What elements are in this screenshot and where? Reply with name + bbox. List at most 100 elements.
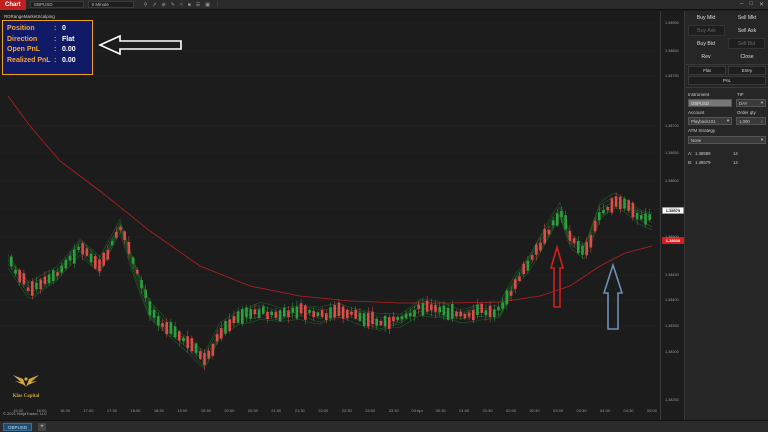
candle-body — [539, 242, 542, 251]
entry-button[interactable]: Entry — [728, 66, 766, 75]
time-tick: 02:00 — [506, 408, 517, 413]
sell-mkt-button[interactable]: Sell Mkt — [727, 12, 767, 23]
magnify-icon[interactable]: ⊕ — [162, 2, 166, 8]
candle-body — [425, 300, 429, 312]
candle-body — [648, 214, 651, 220]
more-icon[interactable]: ⋮ — [215, 2, 220, 8]
candle-body — [136, 269, 139, 274]
draw-icon[interactable]: ✎ — [171, 2, 175, 8]
candle-body — [421, 303, 425, 316]
candle-body — [434, 305, 437, 312]
time-tick: 15:30 — [12, 408, 24, 413]
candle-body — [463, 314, 467, 319]
time-tick: 21:00 — [271, 408, 282, 413]
candle-body — [631, 202, 635, 218]
candle-body — [379, 320, 383, 326]
ask-price: 1.38589 — [695, 151, 711, 156]
candle-body — [375, 318, 378, 326]
instrument-field[interactable]: GBPUSD — [688, 99, 732, 107]
candle-body — [526, 260, 530, 271]
chevron-down-icon: ▾ — [760, 100, 763, 105]
candle-body — [253, 309, 257, 315]
buy-ask-button[interactable]: Buy Ask — [688, 25, 725, 36]
minimize-icon[interactable]: – — [740, 1, 743, 8]
chart-canvas[interactable]: RDRangeMarketScalping Position:0 Directi… — [0, 11, 660, 420]
panel-divider — [686, 64, 768, 65]
candle-body — [543, 228, 546, 244]
window-buttons: – □ ✕ — [740, 1, 764, 8]
chart-title-tab[interactable]: Chart — [0, 0, 26, 10]
candle-body — [362, 313, 366, 326]
candle-body — [64, 259, 68, 269]
sell-bid-button[interactable]: Sell Bid — [728, 38, 765, 49]
time-tick: 19:30 — [200, 408, 211, 413]
candle-body — [316, 312, 320, 317]
pointer-icon[interactable]: ➚ — [152, 2, 156, 8]
atm-strategy-select[interactable]: None ▾ — [688, 136, 766, 144]
sell-ask-button[interactable]: Sell Ask — [727, 25, 767, 36]
pnl-row-open-pnl: Open PnL:0.00 — [7, 46, 76, 53]
bid-price: 1.38579 — [695, 160, 711, 165]
candle-body — [493, 309, 496, 318]
candle-body — [472, 309, 475, 321]
flat-button[interactable]: Flat — [688, 66, 726, 75]
candle-body — [329, 307, 332, 319]
candle-body — [640, 215, 643, 220]
properties-icon[interactable]: ☰ — [196, 2, 200, 8]
buy-mkt-button[interactable]: Buy Mkt — [686, 12, 726, 23]
candle-body — [295, 306, 299, 319]
close-icon[interactable]: ✕ — [759, 1, 764, 8]
instrument-tab[interactable]: GBPUSD — [3, 423, 33, 431]
time-tick: 04:30 — [623, 408, 634, 413]
klas-capital-logo: Klas Capital — [6, 373, 46, 399]
candle-body — [245, 307, 248, 318]
candle-body — [144, 289, 147, 298]
account-select[interactable]: Playback101 ▾ — [688, 117, 732, 125]
rev-button[interactable]: Rev — [686, 51, 726, 62]
price-tick: 1.38700 — [665, 124, 679, 128]
add-tab-button[interactable]: + — [38, 423, 46, 431]
search-icon[interactable]: ⚲ — [144, 2, 148, 8]
instrument-selector[interactable]: GBPUSD — [29, 1, 84, 8]
candle-body — [52, 270, 55, 282]
interval-selector[interactable]: 5 Minute — [87, 1, 134, 8]
strategy-icon[interactable]: ■ — [188, 2, 191, 8]
candle-body — [619, 196, 622, 210]
candle-body — [396, 316, 399, 321]
candle-body — [89, 253, 93, 263]
candle-body — [635, 212, 639, 220]
candle-body — [173, 326, 177, 338]
camera-icon[interactable]: ▣ — [205, 2, 210, 8]
tif-select[interactable]: DAY ▾ — [736, 99, 766, 107]
order-qty-stepper[interactable]: 1,000 ↕ — [736, 117, 766, 125]
candle-body — [14, 269, 17, 274]
candle-body — [484, 310, 488, 316]
candle-body — [568, 230, 572, 241]
candle-body — [77, 246, 80, 250]
candle-body — [207, 350, 210, 359]
candle-body — [325, 313, 328, 321]
price-axis[interactable]: 1.38579 1.38538 1.38950 1.38850 1.38750 1.3… — [660, 11, 684, 420]
candle-body — [68, 255, 72, 261]
ribbon-line — [7, 192, 653, 353]
chevron-down-icon: ▾ — [760, 137, 763, 142]
candle-body — [556, 213, 559, 226]
candle-body — [39, 279, 42, 290]
indicator-icon[interactable]: ≈ — [180, 2, 183, 8]
time-tick: 04:00 — [600, 408, 611, 413]
time-tick: 00:30 — [435, 408, 446, 413]
ask-size: 14 — [733, 151, 738, 156]
candle-body — [224, 321, 227, 334]
time-tick: 03:00 — [553, 408, 564, 413]
candle-body — [644, 213, 647, 225]
buy-bid-button[interactable]: Buy Bid — [686, 38, 726, 49]
candle-body — [627, 200, 630, 211]
candle-body — [220, 328, 223, 339]
pnl-button[interactable]: PnL — [688, 76, 766, 85]
candle-body — [165, 322, 168, 335]
close-button[interactable]: Close — [727, 51, 767, 62]
maximize-icon[interactable]: □ — [749, 1, 753, 8]
white-arrow-icon — [98, 34, 182, 56]
ribbon-line — [7, 207, 653, 369]
bid-label: B: — [688, 160, 693, 165]
